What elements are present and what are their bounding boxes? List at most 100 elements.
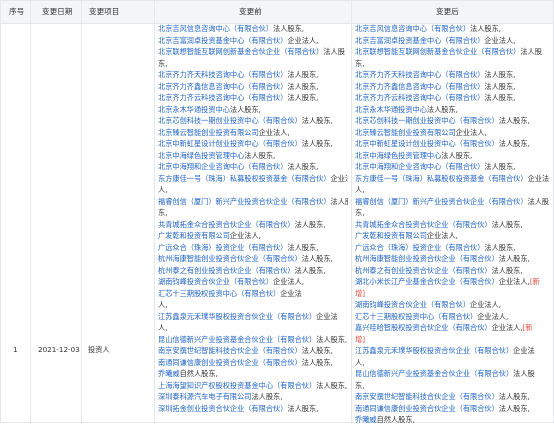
entry-line: 北京联想智能互联网创新基金合伙企业（有限合伙）法人股 bbox=[355, 46, 551, 58]
entry-line: 深圳泰科源汽车电子有限公司法人股东, bbox=[158, 391, 348, 403]
company-link[interactable]: 广发乾和投资有限公司 bbox=[158, 231, 230, 240]
company-link[interactable]: 北京齐力齐鑫信息咨询中心（有限合伙） bbox=[355, 82, 484, 91]
entry-line: 东方康佳一号（珠海）私募股权投资基金（有限合伙）企业法 bbox=[158, 173, 348, 185]
role-text: 法人股东, bbox=[484, 70, 516, 79]
company-link[interactable]: 杭州海康智能创业投资合伙企业（有限合伙） bbox=[355, 254, 499, 263]
role-text: 企业法人, bbox=[498, 277, 530, 286]
entry-line: 广远众合（珠海）投资企业（有限合伙）法人股东, bbox=[158, 242, 348, 254]
company-link[interactable]: 北京芯创科技一期创业投资中心（有限合伙） bbox=[355, 116, 499, 125]
column-divider bbox=[154, 1, 155, 424]
company-link[interactable]: 北京中新虹星设计创业投资中心（有限合伙） bbox=[355, 139, 499, 148]
company-link[interactable]: 江苏鑫泉元禾璞华股权投资合伙企业（有限合伙） bbox=[355, 346, 513, 355]
entry-line: 嘉兴哇哈智股权投资合伙企业（有限合伙）企业法人,[新 bbox=[355, 322, 551, 334]
company-link[interactable]: 汇芯十三期股权投资中心（有限合伙） bbox=[158, 289, 280, 298]
company-link[interactable]: 湖南钧峰投资合伙企业（有限合伙） bbox=[355, 300, 470, 309]
role-text: 企业法人, bbox=[287, 35, 319, 45]
entry-line: 江苏鑫泉元禾璞华股权投资合伙企业（有限合伙）企业法 bbox=[355, 345, 551, 357]
company-link[interactable]: 北京吉富润卓投资基金中心（有限合伙） bbox=[355, 36, 484, 45]
company-link[interactable]: 北京中海翔和企业咨询中心（有限合伙） bbox=[355, 162, 484, 171]
company-link[interactable]: 江苏鑫泉元禾璞华股权投资合伙企业（有限合伙） bbox=[158, 312, 316, 321]
role-text: 企业法人, bbox=[477, 311, 509, 321]
company-link[interactable]: 乔曦威 bbox=[158, 369, 180, 378]
company-link[interactable]: 北京中海翔和企业咨询中心（有限合伙） bbox=[158, 162, 287, 171]
company-link[interactable]: 北京臻云智能创业投资有限公司 bbox=[158, 128, 259, 137]
company-link[interactable]: 广发乾和投资有限公司 bbox=[355, 231, 427, 240]
company-link[interactable]: 北京中新虹星设计创业投资中心（有限合伙） bbox=[158, 139, 302, 148]
entry-line: 东, bbox=[158, 58, 348, 70]
company-link[interactable]: 北京齐力齐云科技咨询中心（有限合伙） bbox=[158, 93, 287, 102]
company-link[interactable]: 福睿创信（厦门）新兴产业投资合伙企业（有限合伙） bbox=[158, 197, 331, 206]
company-link[interactable]: 北京臻云智能创业投资有限公司 bbox=[355, 128, 456, 137]
company-link[interactable]: 北京联想智能互联网创新基金合伙企业（有限合伙） bbox=[355, 47, 520, 56]
company-link[interactable]: 北京中海绿色投资管理中心 bbox=[158, 151, 244, 160]
role-text: 法人股东, bbox=[484, 93, 516, 102]
entry-line: 北京齐力齐云科技咨询中心（有限合伙）法人股东, bbox=[355, 92, 551, 104]
entry-line: 湖南钧峰投资合伙企业（有限合伙）企业法人, bbox=[355, 299, 551, 311]
company-link[interactable]: 南京安撰世纪智能科技合伙企业（有限合伙） bbox=[158, 346, 302, 355]
entry-line: 东, bbox=[158, 207, 348, 219]
header-item: 变更项目 bbox=[89, 7, 120, 16]
company-link[interactable]: 北京齐力齐天科技咨询中心（有限合伙） bbox=[158, 70, 287, 79]
company-link[interactable]: 南京安撰世纪智能科技合伙企业（有限合伙） bbox=[355, 392, 499, 401]
role-text: 法人股东, bbox=[301, 139, 333, 148]
role-text: 企业法人, bbox=[229, 231, 261, 240]
company-link[interactable]: 上海海望知识产权股权投资基金中心（有限合伙） bbox=[158, 381, 316, 390]
company-link[interactable]: 北京齐力齐云科技咨询中心（有限合伙） bbox=[355, 93, 484, 102]
entry-line: 北京中新虹星设计创业投资中心（有限合伙）法人股东, bbox=[355, 138, 551, 150]
entry-line: 南京安撰世纪智能科技合伙企业（有限合伙）法人股东, bbox=[355, 391, 551, 403]
role-text: 法人股东, bbox=[244, 150, 276, 160]
role-text: 法人股 bbox=[513, 369, 535, 378]
role-text: 人, bbox=[158, 185, 168, 194]
entry-line: 杭州海康智能创业投资合伙企业（有限合伙）法人股东, bbox=[158, 253, 348, 265]
entry-line: 北京联想智能互联网创新基金合伙企业（有限合伙）法人股 bbox=[158, 46, 348, 58]
company-link[interactable]: 北京齐力齐鑫信息咨询中心（有限合伙） bbox=[158, 82, 287, 91]
company-link[interactable]: 北京中海绿色投资管理中心 bbox=[355, 151, 441, 160]
company-link[interactable]: 北京芯创科技一期创业投资中心（有限合伙） bbox=[158, 116, 302, 125]
company-link[interactable]: 昆山信德新兴产业投资基金合伙企业（有限合伙） bbox=[158, 335, 316, 344]
company-link[interactable]: 广远众合（珠海）投资企业（有限合伙） bbox=[355, 243, 484, 252]
company-link[interactable]: 汇芯十三期股权投资中心（有限合伙） bbox=[355, 312, 477, 321]
company-link[interactable]: 杭州泰之有创业投资合伙企业（有限合伙） bbox=[158, 266, 295, 275]
company-link[interactable]: 北京联想智能互联网创新基金合伙企业（有限合伙） bbox=[158, 47, 323, 56]
company-link[interactable]: 北京永木华通投资中心 bbox=[355, 105, 427, 114]
role-text: 人, bbox=[355, 357, 365, 367]
company-link[interactable]: 南通同谦信康创业投资合伙企业（有限合伙） bbox=[158, 358, 302, 367]
entry-line: 北京齐力齐天科技咨询中心（有限合伙）法人股东, bbox=[355, 69, 551, 81]
entry-line: 北京中海绿色投资管理中心法人股东, bbox=[355, 150, 551, 162]
company-link[interactable]: 东方康佳一号（珠海）私募股权投资基金（有限合伙） bbox=[158, 174, 331, 183]
company-link[interactable]: 湖南钧峰投资合伙企业（有限合伙） bbox=[158, 277, 273, 286]
entry-line: 北京芯创科技一期创业投资中心（有限合伙）法人股东, bbox=[158, 115, 348, 127]
company-link[interactable]: 南通同谦信康创业投资合伙企业（有限合伙） bbox=[355, 404, 499, 413]
company-link[interactable]: 北京吉风信息咨询中心（有限合伙） bbox=[158, 24, 273, 33]
company-link[interactable]: 广远众合（珠海）投资企业（有限合伙） bbox=[158, 243, 287, 252]
role-text: 企业法人, bbox=[258, 127, 290, 137]
change-records-table: 序号 变更日期 变更项目 变更前 变更后 1 2021-12-03 投资人 北京… bbox=[0, 0, 554, 424]
role-text: 法人股东, bbox=[498, 139, 530, 148]
company-link[interactable]: 福睿创信（厦门）新兴产业投资合伙企业（有限合伙） bbox=[355, 197, 528, 206]
entry-line: 杭州泰之有创业投资合伙企业（有限合伙）法人股东, bbox=[355, 265, 551, 277]
entry-line: 江苏鑫泉元禾璞华股权投资合伙企业（有限合伙）企业法 bbox=[158, 311, 348, 323]
role-text: 法人股 bbox=[323, 47, 345, 56]
company-link[interactable]: 共青城拓金众合投资合伙企业（有限合伙） bbox=[158, 220, 295, 229]
role-text: 法人股东, bbox=[294, 219, 326, 229]
company-link[interactable]: 北京永木华通投资中心 bbox=[158, 105, 230, 114]
role-text: 法人股东, bbox=[301, 346, 333, 355]
company-link[interactable]: 深圳泰科源汽车电子有限公司 bbox=[158, 392, 251, 401]
company-link[interactable]: 昆山信德新兴产业投资基金合伙企业（有限合伙） bbox=[355, 369, 513, 378]
company-link[interactable]: 北京吉风信息咨询中心（有限合伙） bbox=[355, 24, 470, 33]
company-link[interactable]: 北京吉富润卓投资基金中心（有限合伙） bbox=[158, 36, 287, 45]
company-link[interactable]: 共青城拓金众合投资合伙企业（有限合伙） bbox=[355, 220, 492, 229]
company-link[interactable]: 北京齐力齐天科技咨询中心（有限合伙） bbox=[355, 70, 484, 79]
entry-line: 人, bbox=[158, 299, 348, 311]
role-text: 法人股东, bbox=[251, 392, 283, 401]
company-link[interactable]: 杭州泰之有创业投资合伙企业（有限合伙） bbox=[355, 266, 492, 275]
company-link[interactable]: 深圳拓金创业投资合伙企业（有限合伙） bbox=[158, 404, 287, 413]
company-link[interactable]: 湖北小米长江产业基金合伙企业（有限合伙） bbox=[355, 277, 499, 286]
entry-line: 增] bbox=[355, 288, 551, 300]
company-link[interactable]: 嘉兴哇哈智股权投资合伙企业（有限合伙） bbox=[355, 323, 492, 332]
company-link[interactable]: 东方康佳一号（珠海）私募股权投资基金（有限合伙） bbox=[355, 174, 528, 183]
entry-line: 人, bbox=[355, 184, 551, 196]
role-text: 法人股东, bbox=[301, 357, 333, 367]
company-link[interactable]: 杭州海康智能创业投资合伙企业（有限合伙） bbox=[158, 254, 302, 263]
role-text: 法人股 bbox=[527, 196, 550, 206]
